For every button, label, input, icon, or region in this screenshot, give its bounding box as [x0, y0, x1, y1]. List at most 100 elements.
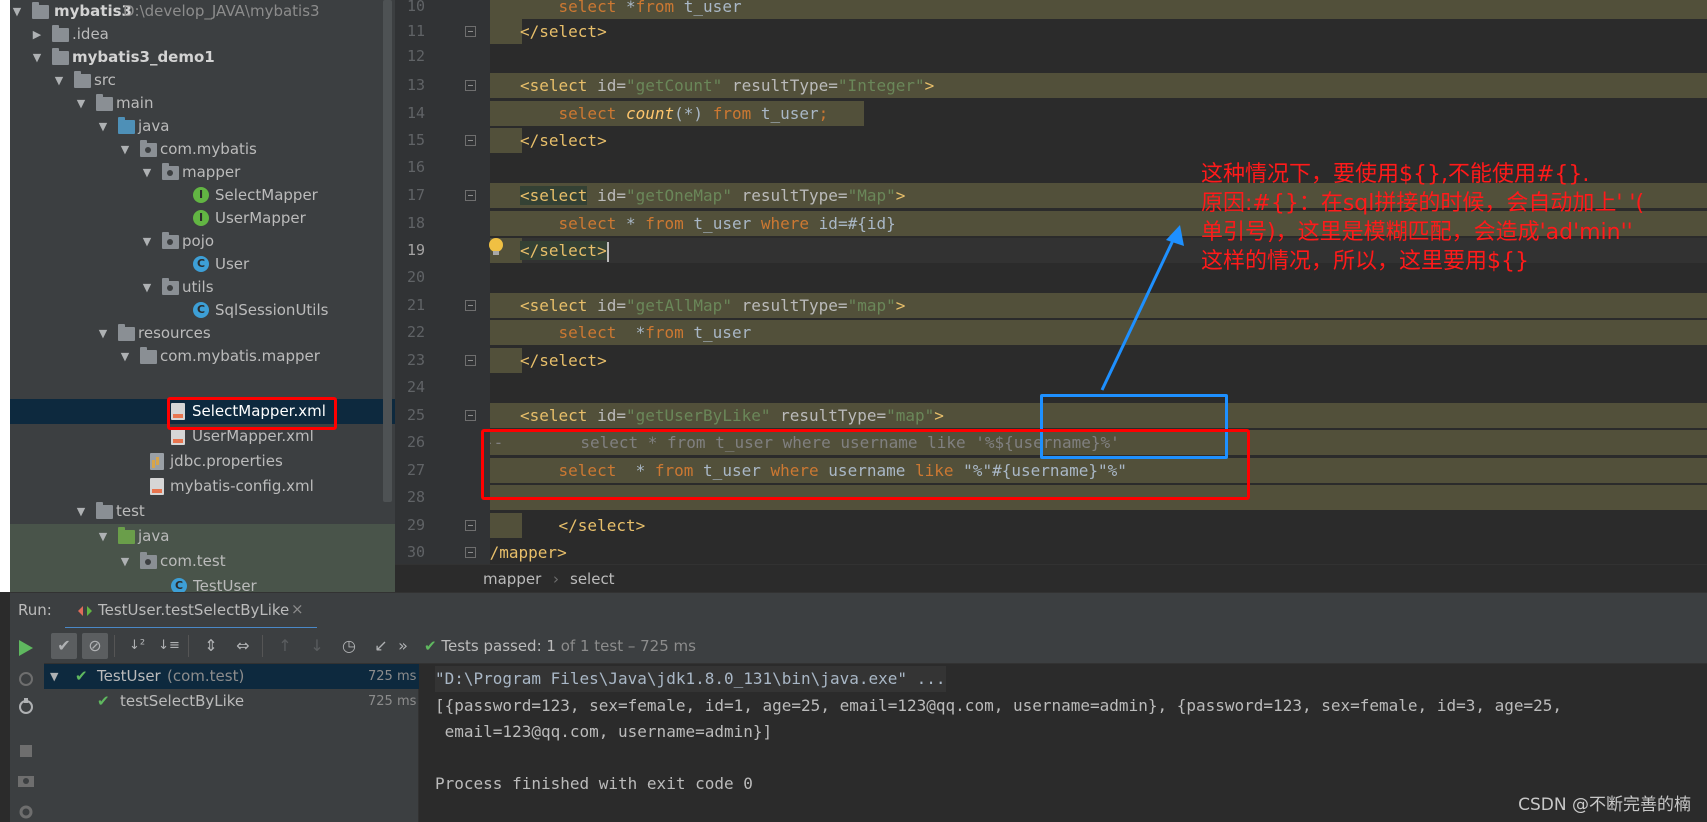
chevron-down-icon[interactable]: ▼	[140, 229, 154, 254]
package-icon	[162, 232, 179, 249]
status-count: 1	[546, 637, 556, 655]
console-line: [{password=123, sex=female, id=1, age=25…	[435, 696, 1563, 715]
code-line: </select>	[490, 128, 1707, 153]
chevron-down-icon[interactable]: ▼	[74, 499, 88, 524]
fold-icon[interactable]	[465, 80, 476, 91]
tree-item-com-mybatis-mapper[interactable]: ▼ com.mybatis.mapper	[10, 344, 380, 369]
chevron-right-icon[interactable]: ▶	[30, 22, 44, 47]
rerun-icon[interactable]	[19, 640, 33, 656]
sort-alpha-icon[interactable]: ↓²	[124, 633, 150, 659]
tree-item-selectmapper[interactable]: I SelectMapper	[10, 183, 380, 208]
tree-item-java[interactable]: ▼ java	[10, 114, 380, 139]
package-icon	[162, 278, 179, 295]
tree-item-src[interactable]: ▼ src	[10, 68, 380, 93]
line-number: 29	[406, 516, 425, 534]
tree-item-usermapper[interactable]: I UserMapper	[10, 206, 380, 231]
fold-icon[interactable]	[465, 300, 476, 311]
fold-icon[interactable]	[465, 520, 476, 531]
annotation-line: 这样的情况，所以，这里要用${}	[1201, 249, 1529, 274]
tree-item-testuser[interactable]: C TestUser	[10, 574, 395, 592]
line-number: 14	[406, 104, 425, 122]
history-icon[interactable]: ◷	[336, 633, 362, 659]
annotation-red-box	[481, 429, 1250, 500]
tree-item-idea[interactable]: ▶ .idea	[10, 22, 380, 47]
rerun-failed-icon[interactable]	[17, 670, 35, 688]
tree-item-mybatis-config[interactable]: mybatis-config.xml	[10, 474, 380, 499]
chevron-down-icon[interactable]: ▼	[118, 137, 132, 162]
chevron-down-icon[interactable]: ▼	[10, 0, 24, 24]
tree-item-utils[interactable]: ▼ utils	[10, 275, 380, 300]
breadcrumb-item-select[interactable]: select	[570, 565, 615, 593]
more-chevron-icon[interactable]: »	[394, 633, 412, 659]
lightbulb-icon[interactable]	[488, 238, 504, 256]
line-number: 10	[406, 0, 425, 15]
camera-icon[interactable]	[18, 773, 34, 787]
show-ignored-icon[interactable]: ⊘	[82, 633, 108, 659]
expand-all-icon[interactable]: ⇕	[198, 633, 224, 659]
fold-icon[interactable]	[465, 547, 476, 558]
code-line: <select id="getCount" resultType="Intege…	[490, 73, 1707, 98]
text-caret	[606, 241, 609, 262]
folder-icon	[96, 94, 113, 111]
test-method-name[interactable]: testSelectByLike	[120, 689, 244, 714]
chevron-down-icon[interactable]: ▼	[118, 344, 132, 369]
sort-duration-icon[interactable]: ↓≡	[156, 633, 182, 659]
tree-item-com-mybatis[interactable]: ▼ com.mybatis	[10, 137, 380, 162]
next-failed-icon[interactable]: ↓	[304, 633, 330, 659]
export-icon[interactable]: ↙	[368, 633, 394, 659]
chevron-down-icon[interactable]: ▼	[96, 524, 110, 549]
tree-item-test-java[interactable]: ▼ java	[10, 524, 395, 549]
console-line: email=123@qq.com, username=admin}]	[435, 722, 773, 741]
fold-icon[interactable]	[465, 26, 476, 37]
close-icon[interactable]: ×	[291, 600, 304, 618]
show-passed-icon[interactable]: ✔	[51, 633, 77, 659]
console-output[interactable]: "D:\Program Files\Java\jdk1.8.0_131\bin\…	[420, 664, 1707, 822]
folder-icon	[74, 71, 91, 88]
chevron-down-icon[interactable]: ▼	[118, 549, 132, 574]
settings-icon[interactable]	[18, 804, 34, 820]
annotation-arrow-icon	[1100, 225, 1184, 391]
breadcrumb-item-mapper[interactable]: mapper	[483, 565, 541, 593]
tree-scrollbar[interactable]	[383, 0, 392, 502]
tree-item-module[interactable]: ▼ mybatis3_demo1	[10, 45, 380, 70]
class-icon: C	[171, 578, 187, 592]
chevron-down-icon[interactable]: ▼	[74, 91, 88, 116]
chevron-down-icon[interactable]: ▼	[52, 68, 66, 93]
fold-icon[interactable]	[465, 190, 476, 201]
chevron-down-icon[interactable]: ▼	[96, 114, 110, 139]
chevron-down-icon[interactable]: ▼	[50, 664, 58, 689]
tree-item-project-root[interactable]: ▼ mybatis3 D:\develop_JAVA\mybatis3	[10, 0, 380, 24]
tree-item-mapper[interactable]: ▼ mapper	[10, 160, 380, 185]
stop-icon[interactable]	[20, 745, 32, 757]
chevron-down-icon[interactable]: ▼	[96, 321, 110, 346]
tree-item-resources[interactable]: ▼ resources	[10, 321, 380, 346]
prev-failed-icon[interactable]: ↑	[272, 633, 298, 659]
toggle-auto-test-icon[interactable]	[17, 698, 35, 716]
tree-item-jdbc-properties[interactable]: jdbc.properties	[10, 449, 380, 474]
xml-file-icon	[150, 478, 164, 495]
annotation-line: 这种情况下，要使用${},不能使用#{}.	[1201, 162, 1590, 187]
chevron-down-icon[interactable]: ▼	[30, 45, 44, 70]
class-icon: C	[193, 302, 209, 318]
tree-item-user[interactable]: C User	[10, 252, 380, 277]
run-tab-label[interactable]: TestUser.testSelectByLike	[98, 601, 289, 619]
chevron-down-icon[interactable]: ▼	[140, 160, 154, 185]
tree-item-pojo[interactable]: ▼ pojo	[10, 229, 380, 254]
code-line: </select>	[490, 513, 1707, 538]
line-number: 24	[406, 378, 425, 396]
project-tree: ▼ mybatis3 D:\develop_JAVA\mybatis3 ▶ .i…	[0, 0, 395, 592]
fold-icon[interactable]	[465, 355, 476, 366]
fold-icon[interactable]	[465, 410, 476, 421]
source-folder-icon	[118, 117, 135, 134]
line-number: 30	[406, 543, 425, 561]
chevron-down-icon[interactable]: ▼	[140, 275, 154, 300]
tree-item-com-test[interactable]: ▼ com.test	[10, 549, 395, 574]
folder-icon	[52, 25, 69, 42]
tree-item-sqlsessionutils[interactable]: C SqlSessionUtils	[10, 298, 380, 323]
tree-item-main[interactable]: ▼ main	[10, 91, 380, 116]
tree-item-test[interactable]: ▼ test	[10, 499, 380, 524]
run-side-toolbar	[10, 628, 44, 822]
fold-icon[interactable]	[465, 135, 476, 146]
collapse-all-icon[interactable]: ⇔	[230, 633, 256, 659]
check-icon: ✔	[97, 692, 110, 710]
